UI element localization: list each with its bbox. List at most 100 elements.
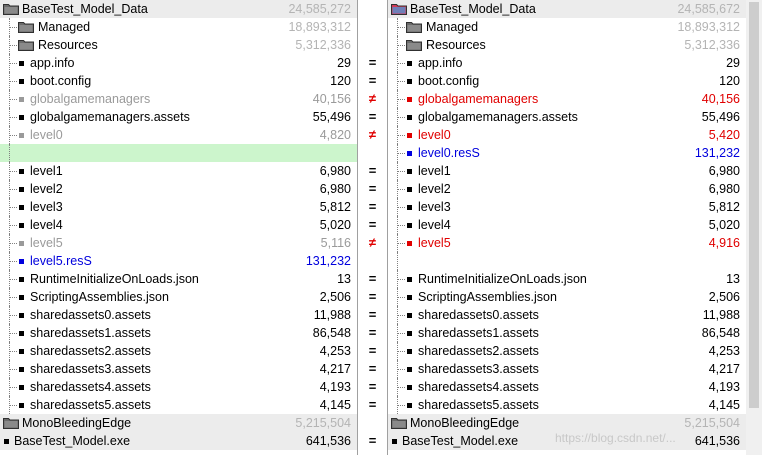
- tree-row[interactable]: BaseTest_Model_Data 24,585,272: [0, 0, 357, 18]
- tree-row[interactable]: globalgamemanagers.assets 55,496: [388, 108, 746, 126]
- tree-row[interactable]: sharedassets0.assets 11,988: [0, 306, 357, 324]
- file-name: ScriptingAssemblies.json: [30, 290, 169, 304]
- file-bullet-icon: [407, 241, 412, 246]
- file-name: level2: [418, 182, 451, 196]
- tree-row[interactable]: RuntimeInitializeOnLoads.json 13: [388, 270, 746, 288]
- file-bullet-icon: [19, 223, 24, 228]
- tree-row[interactable]: sharedassets2.assets 4,253: [0, 342, 357, 360]
- tree-row[interactable]: BaseTest_Model.exe 641,536: [0, 432, 357, 450]
- tree-row[interactable]: MonoBleedingEdge 5,215,504: [388, 414, 746, 432]
- tree-row[interactable]: sharedassets3.assets 4,217: [0, 360, 357, 378]
- tree-row[interactable]: level0 4,820: [0, 126, 357, 144]
- file-bullet-icon: [407, 331, 412, 336]
- tree-row[interactable]: ScriptingAssemblies.json 2,506: [388, 288, 746, 306]
- file-name: level5.resS: [30, 254, 92, 268]
- tree-horizontal-line: [9, 171, 17, 172]
- tree-row[interactable]: level4 5,020: [0, 216, 357, 234]
- tree-row[interactable]: level1 6,980: [388, 162, 746, 180]
- tree-row[interactable]: Resources 5,312,336: [388, 36, 746, 54]
- file-size: 86,548: [701, 326, 740, 340]
- tree-row[interactable]: globalgamemanagers 40,156: [388, 90, 746, 108]
- file-size: 6,980: [708, 164, 740, 178]
- tree-row[interactable]: sharedassets0.assets 11,988: [388, 306, 746, 324]
- tree-horizontal-line: [9, 351, 17, 352]
- file-bullet-icon: [407, 313, 412, 318]
- blank-row[interactable]: [0, 144, 357, 162]
- tree-row[interactable]: sharedassets5.assets 4,145: [388, 396, 746, 414]
- tree-row[interactable]: app.info 29: [0, 54, 357, 72]
- file-bullet-icon: [407, 223, 412, 228]
- tree-connector: [0, 360, 20, 378]
- tree-row[interactable]: level5.resS 131,232: [0, 252, 357, 270]
- file-name: sharedassets5.assets: [418, 398, 539, 412]
- tree-row[interactable]: ScriptingAssemblies.json 2,506: [0, 288, 357, 306]
- tree-row[interactable]: level0 5,420: [388, 126, 746, 144]
- tree-row[interactable]: boot.config 120: [388, 72, 746, 90]
- file-size: 6,980: [319, 182, 351, 196]
- file-bullet-icon: [19, 385, 24, 390]
- file-bullet-icon: [407, 169, 412, 174]
- tree-connector: [0, 396, 20, 414]
- tree-row[interactable]: level2 6,980: [388, 180, 746, 198]
- file-size: 4,193: [319, 380, 351, 394]
- equal-icon: =: [368, 325, 377, 340]
- tree-row[interactable]: sharedassets4.assets 4,193: [388, 378, 746, 396]
- tree-connector: [388, 108, 408, 126]
- tree-horizontal-line: [397, 99, 405, 100]
- tree-row[interactable]: sharedassets5.assets 4,145: [0, 396, 357, 414]
- file-size: 4,193: [708, 380, 740, 394]
- file-size: 641,536: [694, 434, 740, 448]
- tree-horizontal-line: [397, 243, 405, 244]
- tree-connector: [0, 144, 20, 162]
- folder-icon: [3, 3, 19, 15]
- tree-horizontal-line: [9, 117, 17, 118]
- file-size: 13: [726, 272, 740, 286]
- vertical-scrollbar[interactable]: [746, 0, 762, 455]
- tree-row[interactable]: level1 6,980: [0, 162, 357, 180]
- left-folder-pane[interactable]: BaseTest_Model_Data 24,585,272 Managed 18,8…: [0, 0, 357, 455]
- tree-connector: [388, 360, 408, 378]
- tree-row[interactable]: app.info 29: [388, 54, 746, 72]
- tree-row[interactable]: MonoBleedingEdge 5,215,504: [0, 414, 357, 432]
- tree-row[interactable]: globalgamemanagers 40,156: [0, 90, 357, 108]
- file-size: 55,496: [312, 110, 351, 124]
- tree-connector: [0, 126, 20, 144]
- not-equal-icon: ≠: [368, 127, 377, 142]
- file-size: 5,812: [319, 200, 351, 214]
- tree-row[interactable]: RuntimeInitializeOnLoads.json 13: [0, 270, 357, 288]
- file-size: 4,217: [708, 362, 740, 376]
- file-bullet-icon: [407, 277, 412, 282]
- tree-row[interactable]: sharedassets2.assets 4,253: [388, 342, 746, 360]
- tree-horizontal-line: [9, 261, 17, 262]
- tree-row[interactable]: BaseTest_Model_Data 24,585,672: [388, 0, 746, 18]
- file-size: 29: [337, 56, 351, 70]
- tree-row[interactable]: level0.resS 131,232: [388, 144, 746, 162]
- tree-row[interactable]: Resources 5,312,336: [0, 36, 357, 54]
- tree-row[interactable]: level3 5,812: [0, 198, 357, 216]
- tree-connector: [0, 180, 20, 198]
- tree-row[interactable]: level4 5,020: [388, 216, 746, 234]
- tree-row[interactable]: level3 5,812: [388, 198, 746, 216]
- tree-row[interactable]: boot.config 120: [0, 72, 357, 90]
- tree-row[interactable]: sharedassets1.assets 86,548: [0, 324, 357, 342]
- tree-row[interactable]: Managed 18,893,312: [0, 18, 357, 36]
- file-bullet-icon: [19, 295, 24, 300]
- scrollbar-thumb[interactable]: [749, 2, 759, 408]
- tree-row[interactable]: globalgamemanagers.assets 55,496: [0, 108, 357, 126]
- tree-row[interactable]: sharedassets1.assets 86,548: [388, 324, 746, 342]
- tree-row[interactable]: level2 6,980: [0, 180, 357, 198]
- tree-row[interactable]: sharedassets3.assets 4,217: [388, 360, 746, 378]
- equal-icon: =: [368, 343, 377, 358]
- equal-icon: =: [368, 271, 377, 286]
- right-folder-pane[interactable]: BaseTest_Model_Data 24,585,672 Managed 18,8…: [388, 0, 746, 455]
- blank-row[interactable]: [388, 252, 746, 270]
- tree-connector: [388, 252, 408, 270]
- tree-row[interactable]: level5 5,116: [0, 234, 357, 252]
- tree-vertical-line: [9, 144, 10, 162]
- file-name: globalgamemanagers: [418, 92, 539, 106]
- tree-row[interactable]: sharedassets4.assets 4,193: [0, 378, 357, 396]
- tree-row[interactable]: level5 4,916: [388, 234, 746, 252]
- equal-icon: =: [368, 361, 377, 376]
- tree-horizontal-line: [9, 45, 17, 46]
- tree-row[interactable]: Managed 18,893,312: [388, 18, 746, 36]
